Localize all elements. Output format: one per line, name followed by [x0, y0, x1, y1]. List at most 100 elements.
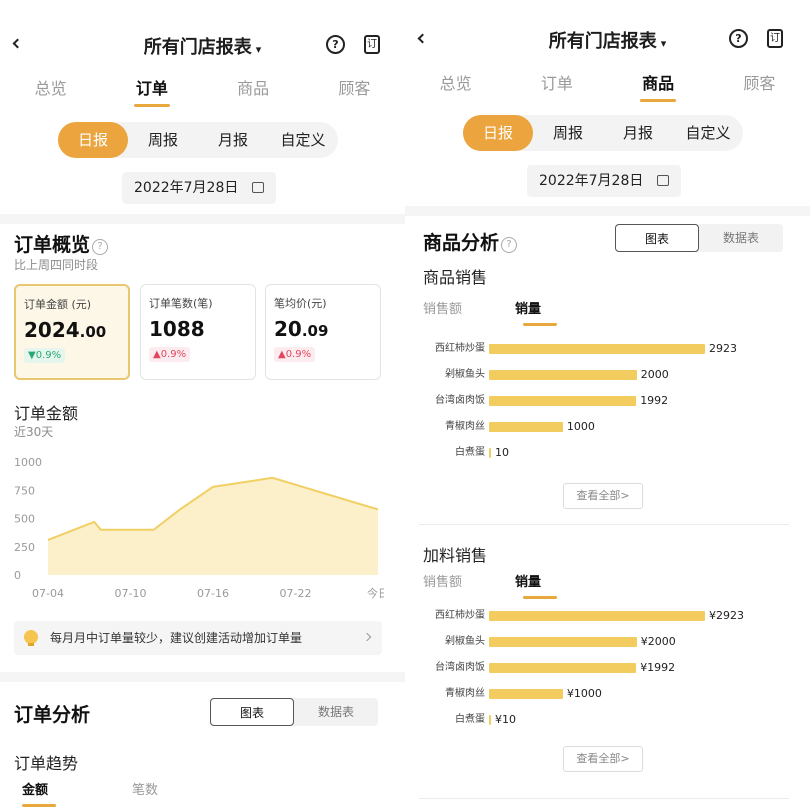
metric-tab-count[interactable]: 笔数 [132, 779, 242, 807]
period-custom[interactable]: 自定义 [673, 115, 743, 151]
tab-overview[interactable]: 总览 [0, 75, 101, 105]
date-picker[interactable]: 2022年7月28日 [122, 172, 277, 204]
view-all-button[interactable]: 查看全部> [563, 746, 643, 772]
help-icon[interactable]: ? [92, 239, 109, 255]
tab-customers[interactable]: 顾客 [709, 70, 810, 100]
bar-value-label: 10 [495, 446, 509, 459]
metric-tab-volume[interactable]: 销量 [515, 571, 565, 599]
help-icon[interactable]: ? [501, 237, 518, 253]
kpi-card-avg-price[interactable]: 笔均价(元) 20.09 ▲0.9% [265, 284, 381, 380]
tip-text: 每月月中订单量较少，建议创建活动增加订单量 [50, 631, 303, 645]
kpi-value: 20.09 [274, 317, 328, 341]
overview-subtitle: 比上周四同时段 [14, 258, 99, 272]
period-daily[interactable]: 日报 [463, 115, 533, 151]
period-monthly[interactable]: 月报 [603, 115, 673, 151]
bar-value-label: ¥1992 [640, 661, 676, 674]
view-toggle: 图表 数据表 [615, 224, 783, 252]
y-tick-label: 500 [14, 513, 35, 526]
kpi-card-count[interactable]: 订单笔数(笔) 1088 ▲0.9% [140, 284, 256, 380]
period-daily[interactable]: 日报 [58, 122, 128, 158]
help-icon[interactable]: ? [326, 35, 345, 54]
store-selector[interactable]: 所有门店报表 ▾ [405, 27, 810, 53]
bar [489, 689, 563, 699]
tab-customers[interactable]: 顾客 [304, 75, 405, 105]
section-divider [0, 214, 405, 224]
x-tick-label: 07-22 [280, 587, 312, 600]
toggle-chart[interactable]: 图表 [210, 698, 294, 726]
help-icon[interactable]: ? [729, 29, 748, 48]
tab-products[interactable]: 商品 [203, 75, 304, 105]
metric-tab-revenue[interactable]: 销售额 [423, 298, 515, 326]
kpi-value-main: 1088 [149, 317, 205, 341]
period-selector: 日报 周报 月报 自定义 [58, 122, 338, 158]
metric-tabs: 销售额 销量 [423, 571, 565, 599]
kpi-delta: ▲0.9% [274, 347, 316, 362]
bar-row: 白煮蛋 10 [405, 446, 810, 460]
kpi-label: 笔均价(元) [274, 297, 327, 310]
toggle-chart[interactable]: 图表 [615, 224, 699, 252]
bar [489, 715, 491, 725]
tip-banner[interactable]: 每月月中订单量较少，建议创建活动增加订单量 [14, 621, 382, 655]
bar-category-label: 台湾卤肉饭 [435, 662, 485, 673]
addon-sales-bar-chart: 西红柿炒蛋 ¥2923 剁椒鱼头 ¥2000 台湾卤肉饭 ¥1992 青椒肉丝 ¥1000 白煮… [405, 609, 810, 729]
bar-category-label: 剁椒鱼头 [445, 369, 485, 380]
bar [489, 344, 705, 354]
page-title: 所有门店报表 [548, 31, 657, 52]
kpi-value-decimal: .00 [79, 323, 107, 341]
date-value: 2022年7月28日 [539, 173, 644, 189]
tab-orders[interactable]: 订单 [101, 75, 202, 107]
view-all-button[interactable]: 查看全部> [563, 483, 643, 509]
kpi-card-amount[interactable]: 订单金额 (元) 2024.00 ▼0.9% [14, 284, 130, 380]
bar-category-label: 剁椒鱼头 [445, 636, 485, 647]
metric-tab-volume[interactable]: 销量 [515, 298, 565, 326]
bar-category-label: 西红柿炒蛋 [435, 343, 485, 354]
calendar-icon [657, 175, 670, 186]
bar-category-label: 青椒肉丝 [445, 688, 485, 699]
period-weekly[interactable]: 周报 [533, 115, 603, 151]
product-sales-title: 商品销售 [423, 268, 488, 287]
trend-title: 订单趋势 [14, 754, 79, 773]
bar-category-label: 白煮蛋 [455, 714, 485, 725]
addon-sales-title: 加料销售 [423, 546, 488, 565]
x-tick-label: 07-16 [197, 587, 229, 600]
toggle-table[interactable]: 数据表 [699, 224, 783, 252]
calendar-icon[interactable]: 订 [767, 29, 783, 48]
period-monthly[interactable]: 月报 [198, 122, 268, 158]
kpi-value: 1088 [149, 317, 205, 341]
order-report-screen: 所有门店报表 ▾ ? 订 总览 订单 商品 顾客 日报 周报 月报 自定义 202… [0, 0, 405, 811]
date-picker[interactable]: 2022年7月28日 [527, 165, 682, 197]
metric-tab-revenue[interactable]: 销售额 [423, 571, 515, 599]
period-custom[interactable]: 自定义 [268, 122, 338, 158]
tab-orders[interactable]: 订单 [506, 70, 607, 100]
product-report-screen: 所有门店报表 ▾ ? 订 总览 订单 商品 顾客 日报 周报 月报 自定义 202… [405, 0, 810, 811]
tab-products[interactable]: 商品 [608, 70, 709, 102]
overview-title: 订单概览 [14, 234, 91, 256]
amount-title: 订单金额 [14, 404, 79, 423]
toggle-table[interactable]: 数据表 [294, 698, 378, 726]
bar-value-label: 2000 [640, 368, 669, 381]
period-weekly[interactable]: 周报 [128, 122, 198, 158]
tab-overview[interactable]: 总览 [405, 70, 506, 100]
bar-row: 西红柿炒蛋 ¥2923 [405, 609, 810, 623]
lightbulb-icon [24, 630, 38, 646]
kpi-label: 订单金额 (元) [24, 298, 92, 311]
bar-value-label: 1992 [640, 394, 669, 407]
bar-category-label: 青椒肉丝 [445, 421, 485, 432]
product-analysis-title: 商品分析 [423, 232, 500, 254]
bar-category-label: 台湾卤肉饭 [435, 395, 485, 406]
kpi-value-decimal: .09 [301, 322, 329, 340]
header: 所有门店报表 ▾ ? 订 [0, 0, 405, 70]
order-analysis-title: 订单分析 [14, 704, 91, 726]
bar-row: 西红柿炒蛋 2923 [405, 342, 810, 356]
bar-value-label: ¥2923 [709, 609, 744, 622]
calendar-icon[interactable]: 订 [364, 35, 380, 54]
bar [489, 663, 637, 673]
bar [489, 422, 563, 432]
kpi-delta: ▼0.9% [24, 348, 66, 363]
amount-subtitle: 近30天 [14, 425, 54, 439]
product-sales-bar-chart: 西红柿炒蛋 2923 剁椒鱼头 2000 台湾卤肉饭 1992 青椒肉丝 1000 白煮蛋 10 [405, 342, 810, 462]
bar [489, 370, 637, 380]
bar-row: 青椒肉丝 1000 [405, 420, 810, 434]
metric-tab-amount[interactable]: 金额 [22, 779, 132, 807]
main-tabs: 总览 订单 商品 顾客 [405, 70, 810, 102]
